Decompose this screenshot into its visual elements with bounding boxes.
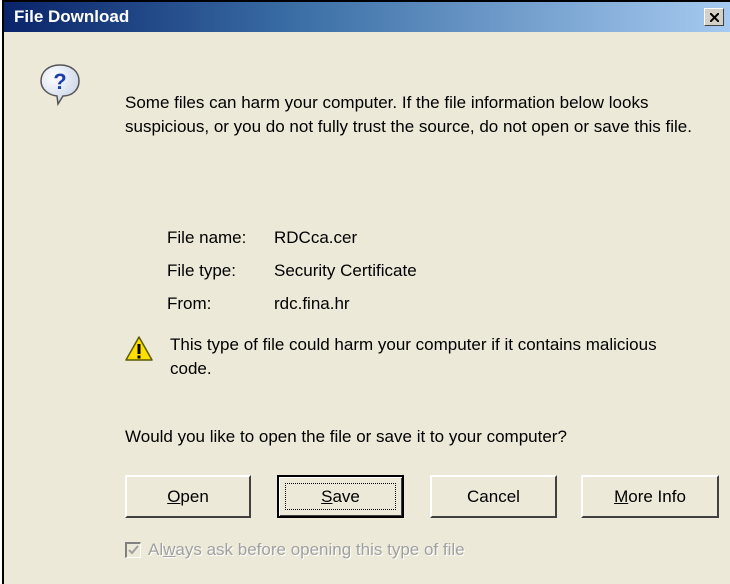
always-ask-checkbox[interactable]: [125, 542, 141, 558]
cancel-button[interactable]: Cancel: [430, 475, 557, 518]
svg-text:?: ?: [53, 69, 66, 94]
more-info-button[interactable]: More Info: [581, 475, 719, 518]
more-info-mnemonic: M: [614, 487, 629, 506]
file-download-dialog: File Download ? Some files can harm your…: [2, 0, 730, 584]
question-bubble-icon: ?: [40, 64, 80, 106]
always-ask-mnemonic: w: [163, 540, 176, 559]
cancel-label: Cancel: [467, 487, 520, 506]
open-label-rest: pen: [180, 487, 209, 506]
save-mnemonic: S: [321, 487, 333, 506]
more-info-label-rest: ore Info: [628, 487, 686, 506]
warning-message: Some files can harm your computer. If th…: [125, 93, 692, 136]
from-label: From:: [167, 294, 212, 313]
close-icon: [710, 13, 719, 22]
file-type-value: Security Certificate: [274, 261, 417, 280]
window-title: File Download: [14, 7, 130, 26]
open-mnemonic: O: [167, 487, 181, 506]
file-name-label: File name:: [167, 228, 247, 247]
title-bar[interactable]: File Download: [4, 2, 730, 32]
always-ask-label-pre: Al: [148, 540, 164, 559]
file-name-value: RDCca.cer: [274, 228, 358, 247]
harm-warning-text: This type of file could harm your comput…: [170, 335, 657, 378]
always-ask-label-post: ays ask before opening this type of file: [175, 540, 465, 559]
close-button[interactable]: [704, 8, 724, 26]
open-button[interactable]: Open: [125, 475, 251, 518]
open-save-question: Would you like to open the file or save …: [125, 427, 567, 446]
warning-triangle-icon: [125, 336, 153, 361]
save-button[interactable]: Save: [277, 475, 404, 518]
save-label-rest: ave: [332, 487, 360, 506]
file-type-label: File type:: [167, 261, 236, 280]
checkmark-icon: [128, 545, 139, 555]
always-ask-label[interactable]: Always ask before opening this type of f…: [148, 539, 465, 561]
from-value: rdc.fina.hr: [274, 294, 350, 313]
